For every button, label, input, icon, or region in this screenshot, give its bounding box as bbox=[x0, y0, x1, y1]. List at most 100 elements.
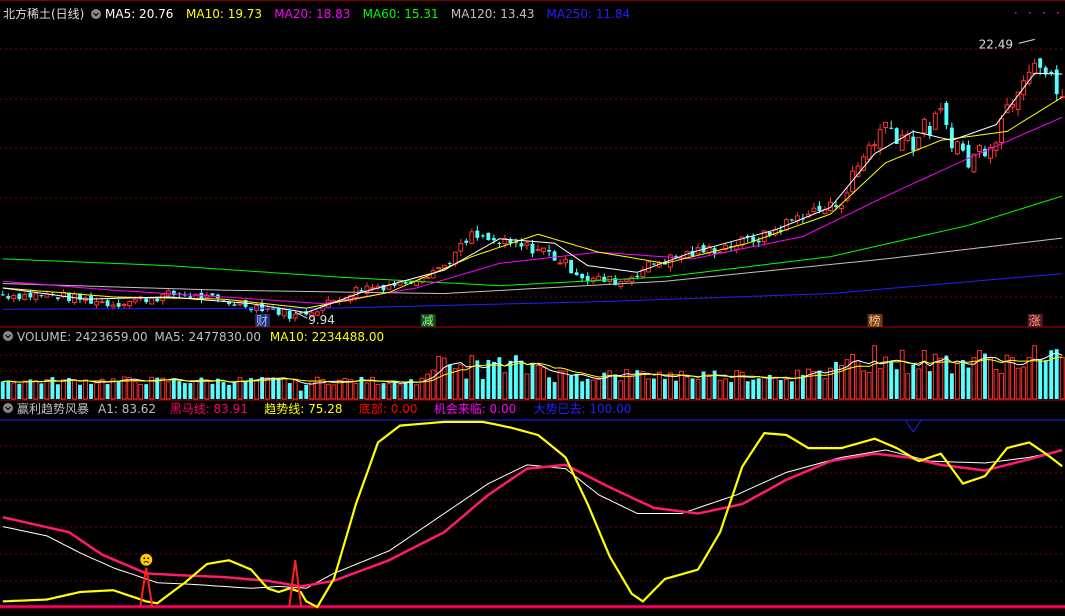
candle[interactable] bbox=[932, 111, 938, 130]
volume-bar[interactable] bbox=[304, 384, 309, 399]
volume-bar[interactable] bbox=[645, 378, 651, 400]
volume-bar[interactable] bbox=[204, 379, 210, 400]
volume-bar[interactable] bbox=[690, 378, 695, 399]
volume-bar[interactable] bbox=[805, 368, 811, 400]
volume-bar[interactable] bbox=[977, 350, 982, 400]
volume-bar[interactable] bbox=[789, 381, 794, 399]
volume-bar[interactable] bbox=[232, 382, 237, 399]
volume-bar[interactable] bbox=[17, 383, 22, 399]
volume-bar[interactable] bbox=[999, 372, 1004, 400]
volume-bar[interactable] bbox=[22, 380, 28, 400]
volume-bar[interactable] bbox=[33, 380, 39, 400]
volume-bar[interactable] bbox=[524, 373, 530, 400]
volume-bar[interactable] bbox=[596, 378, 602, 400]
volume-bar[interactable] bbox=[177, 381, 182, 399]
volume-bar[interactable] bbox=[656, 371, 662, 400]
volume-bar[interactable] bbox=[182, 383, 187, 399]
volume-bar[interactable] bbox=[861, 370, 867, 400]
volume-bar[interactable] bbox=[276, 378, 281, 399]
volume-bar[interactable] bbox=[188, 383, 193, 399]
volume-bar[interactable] bbox=[751, 379, 756, 399]
volume-bar[interactable] bbox=[734, 370, 740, 400]
volume-bar[interactable] bbox=[563, 370, 569, 400]
volume-bar[interactable] bbox=[684, 376, 690, 400]
collapse-icon[interactable] bbox=[3, 331, 13, 341]
volume-bar[interactable] bbox=[695, 378, 701, 400]
volume-bar[interactable] bbox=[325, 383, 331, 400]
volume-bar[interactable] bbox=[993, 368, 999, 400]
volume-bar[interactable] bbox=[966, 367, 971, 399]
volume-bar[interactable] bbox=[28, 379, 33, 399]
volume-bar[interactable] bbox=[281, 378, 287, 400]
volume-bar[interactable] bbox=[0, 381, 5, 399]
event-marker[interactable]: 榜 bbox=[869, 313, 881, 328]
volume-bar[interactable] bbox=[138, 383, 144, 400]
volume-bar[interactable] bbox=[6, 380, 11, 399]
volume-bar[interactable] bbox=[392, 380, 397, 399]
event-marker[interactable]: 涨 bbox=[1029, 313, 1041, 328]
volume-bar[interactable] bbox=[828, 367, 833, 400]
volume-bar[interactable] bbox=[464, 378, 469, 399]
candle[interactable] bbox=[645, 260, 651, 273]
volume-bar[interactable] bbox=[78, 384, 82, 399]
volume-bar[interactable] bbox=[403, 382, 408, 399]
volume-bar[interactable] bbox=[441, 357, 447, 400]
volume-bar[interactable] bbox=[132, 380, 138, 400]
volume-bar[interactable] bbox=[44, 379, 50, 400]
volume-bar[interactable] bbox=[83, 379, 88, 400]
volume-bar[interactable] bbox=[430, 369, 436, 400]
collapse-icon[interactable] bbox=[3, 403, 13, 413]
volume-bar[interactable] bbox=[375, 383, 381, 400]
volume-bar[interactable] bbox=[949, 373, 954, 399]
volume-bar[interactable] bbox=[1059, 356, 1065, 400]
candle[interactable] bbox=[552, 250, 557, 261]
event-marker[interactable]: 财 bbox=[256, 314, 268, 328]
volume-bar[interactable] bbox=[72, 379, 77, 400]
volume-bar[interactable] bbox=[569, 375, 574, 399]
volume-bar[interactable] bbox=[706, 374, 712, 400]
volume-bar[interactable] bbox=[227, 384, 231, 399]
stock-chart[interactable]: 22.49 9.94 财 减 榜 涨 北方稀土(日线) MA5: 20.76 MA10: 19… bbox=[0, 0, 1065, 616]
volume-bar[interactable] bbox=[1043, 360, 1048, 399]
volume-bar[interactable] bbox=[618, 380, 624, 400]
volume-bar[interactable] bbox=[165, 381, 171, 400]
volume-bar[interactable] bbox=[11, 382, 17, 400]
volume-bar[interactable] bbox=[425, 373, 431, 400]
volume-bar[interactable] bbox=[756, 378, 761, 399]
volume-bar[interactable] bbox=[613, 374, 618, 399]
candle[interactable] bbox=[944, 101, 949, 130]
volume-bar[interactable] bbox=[557, 370, 563, 400]
volume-bar[interactable] bbox=[761, 376, 767, 400]
volume-bar[interactable] bbox=[927, 371, 932, 399]
volume-bar[interactable] bbox=[271, 377, 276, 399]
candle[interactable] bbox=[569, 259, 574, 275]
volume-bar[interactable] bbox=[921, 349, 927, 400]
volume-bar[interactable] bbox=[574, 373, 579, 399]
volume-bar[interactable] bbox=[717, 379, 723, 400]
volume-bar[interactable] bbox=[144, 384, 149, 399]
volume-bar[interactable] bbox=[39, 383, 44, 399]
volume-bar[interactable] bbox=[254, 379, 260, 400]
volume-bar[interactable] bbox=[193, 380, 199, 400]
event-marker[interactable]: 减 bbox=[422, 314, 434, 328]
volume-bar[interactable] bbox=[105, 384, 110, 399]
volume-bar[interactable] bbox=[397, 384, 403, 400]
volume-bar[interactable] bbox=[640, 371, 646, 400]
volume-bar[interactable] bbox=[772, 377, 778, 400]
volume-bar[interactable] bbox=[899, 349, 905, 400]
volume-bar[interactable] bbox=[663, 378, 667, 399]
volume-bar[interactable] bbox=[905, 373, 911, 400]
volume-bar[interactable] bbox=[265, 377, 271, 400]
volume-bar[interactable] bbox=[960, 360, 965, 399]
volume-bar[interactable] bbox=[502, 372, 508, 400]
volume-bar[interactable] bbox=[508, 360, 513, 399]
volume-bar[interactable] bbox=[381, 383, 386, 399]
volume-bar[interactable] bbox=[530, 364, 535, 399]
volume-bar[interactable] bbox=[988, 357, 993, 400]
volume-bar[interactable] bbox=[794, 369, 800, 400]
volume-bar[interactable] bbox=[674, 380, 678, 399]
volume-bar[interactable] bbox=[535, 365, 541, 400]
volume-bar[interactable] bbox=[872, 345, 878, 400]
volume-bar[interactable] bbox=[243, 380, 248, 399]
volume-bar[interactable] bbox=[547, 377, 551, 399]
